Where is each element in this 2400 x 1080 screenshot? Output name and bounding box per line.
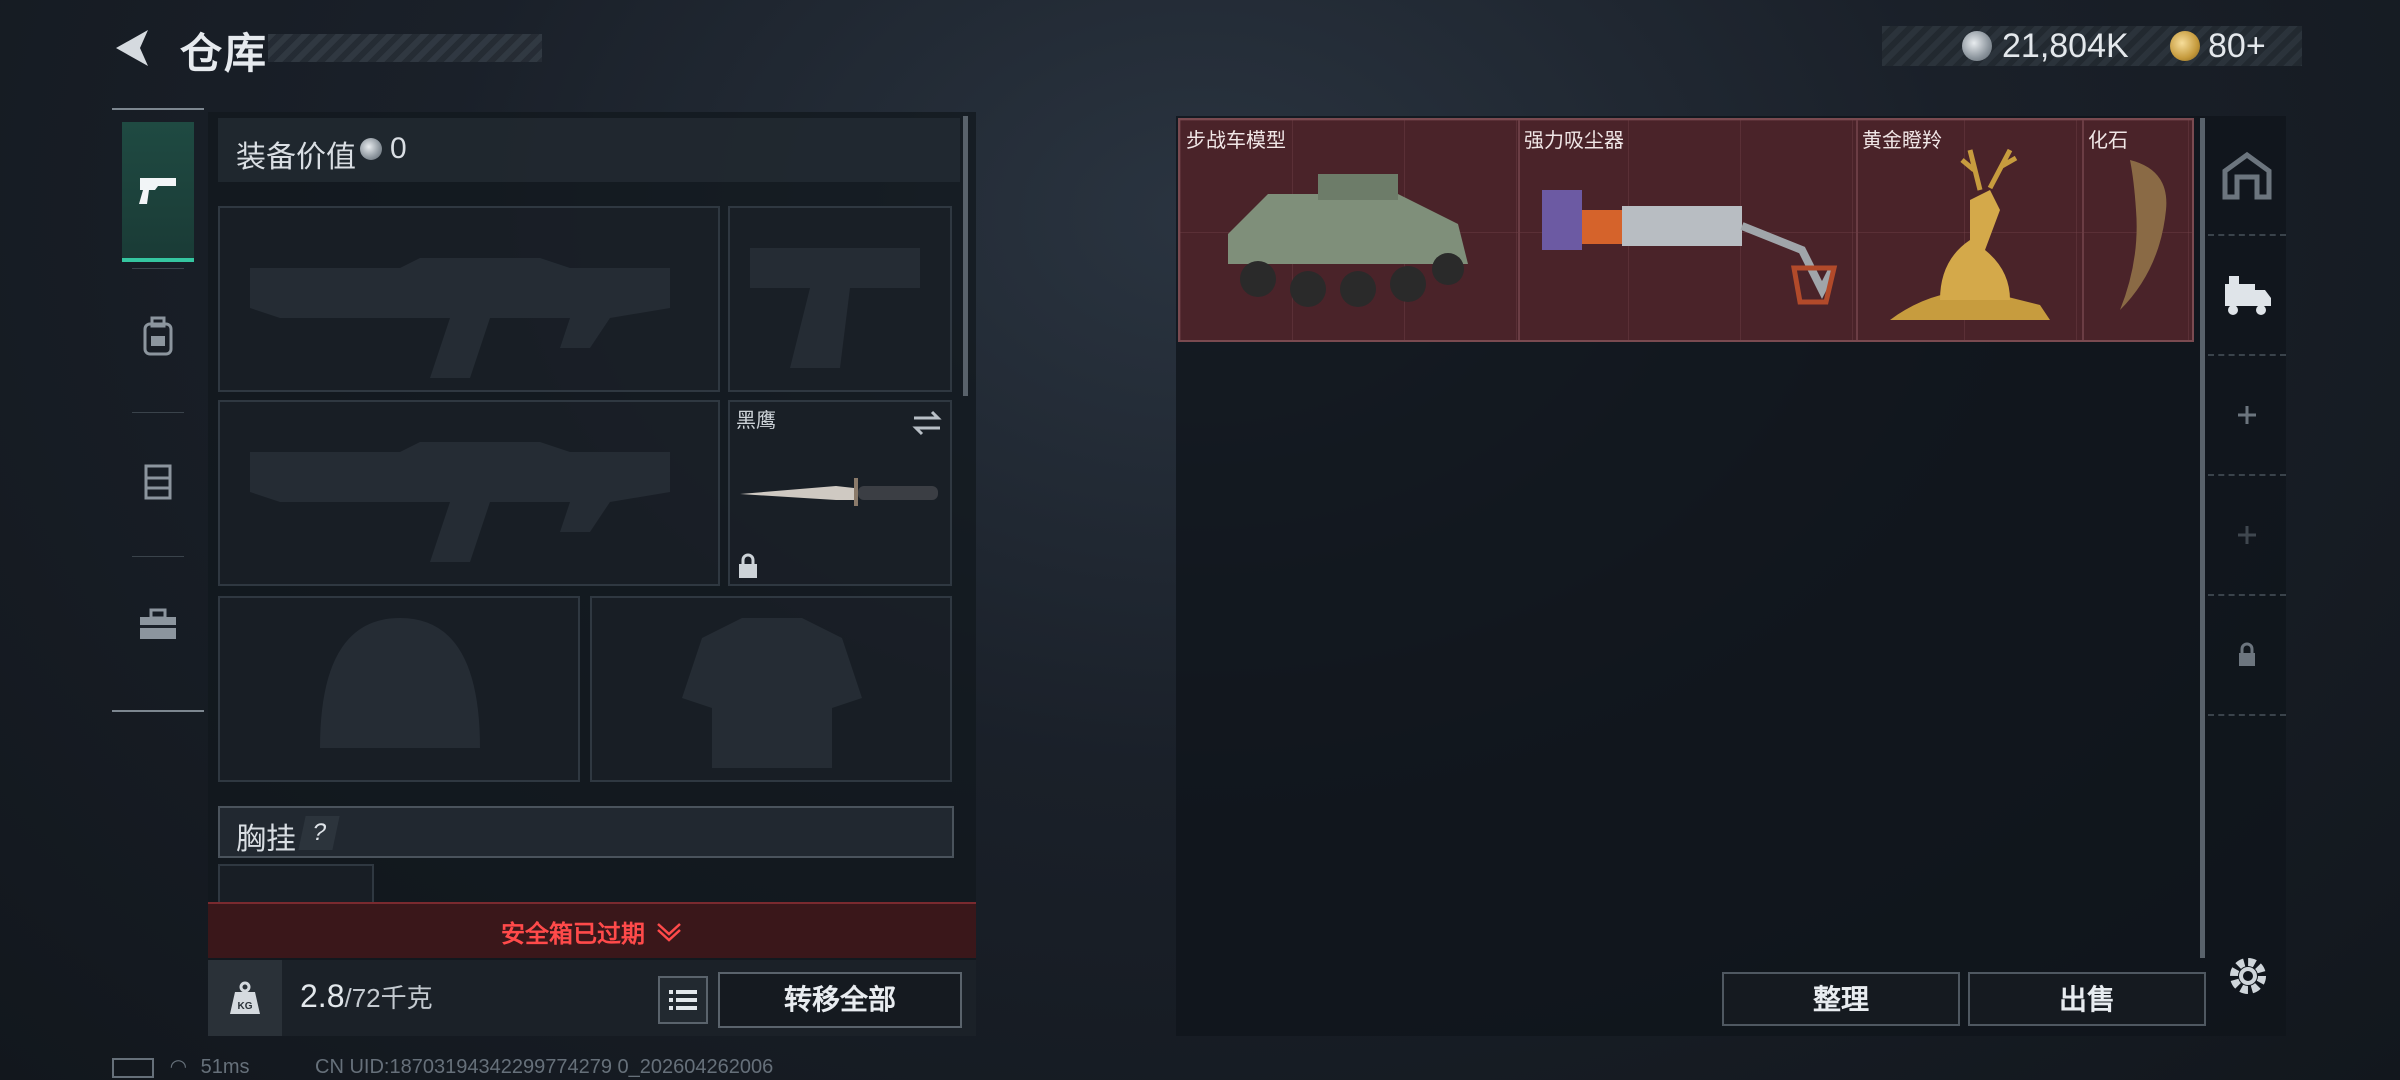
battery-icon <box>112 1057 154 1078</box>
pistol-slot[interactable] <box>728 206 952 392</box>
truck-icon <box>2225 276 2271 315</box>
safe-box-expired-text: 安全箱已过期 <box>501 920 645 948</box>
page-title: 仓库 <box>180 30 269 77</box>
equipment-value-bar: 装备价值 0 <box>218 118 960 182</box>
stash-item-grid: 步战车模型 强力吸尘器 黄金瞪羚 化石 <box>1178 118 2194 342</box>
loadout-bottom-bar: KG 2.8/72千克 转移全部 <box>208 960 976 1036</box>
user-uid: CN UID:18703194342299774279 0_2026042620… <box>315 1056 774 1078</box>
knife-icon <box>740 478 938 506</box>
rifle-placeholder-icon <box>250 258 670 378</box>
apc-model-icon <box>1228 174 1468 307</box>
tab-vehicle-storage[interactable] <box>2208 236 2286 356</box>
tab-add[interactable] <box>2208 476 2286 596</box>
item-name: 强力吸尘器 <box>1524 130 1624 152</box>
loadout-nav <box>112 108 204 712</box>
nav-weapons[interactable] <box>122 122 194 262</box>
secondary-weapon-slot[interactable] <box>218 400 720 586</box>
tab-stash[interactable] <box>2208 116 2286 236</box>
stash-item[interactable]: 强力吸尘器 <box>1518 120 1858 340</box>
lock-icon <box>739 553 757 578</box>
golden-gazelle-icon <box>1890 148 2050 320</box>
gold-amount[interactable]: 80+ <box>2208 26 2266 66</box>
stash-icon <box>2222 151 2272 200</box>
list-view-button[interactable] <box>658 976 708 1024</box>
primary-weapon-slot[interactable] <box>218 206 720 392</box>
add-icon <box>2238 526 2256 544</box>
nav-vest[interactable] <box>122 412 194 548</box>
nav-toolbox[interactable] <box>122 556 194 692</box>
wifi-icon: ◠ <box>169 1056 188 1078</box>
silver-coin-icon <box>360 138 382 160</box>
vest-icon <box>144 464 172 500</box>
ping: 51ms <box>200 1056 250 1078</box>
nav-backpack[interactable] <box>122 268 194 404</box>
stash-item[interactable]: 黄金瞪羚 <box>1856 120 2084 340</box>
equipment-value: 0 <box>390 132 407 165</box>
safe-box-expired-banner[interactable]: 安全箱已过期 <box>208 902 976 958</box>
toolbox-icon <box>140 608 176 639</box>
pistol-icon <box>139 178 176 204</box>
carry-weight-value: 2.8 <box>300 978 345 1014</box>
list-icon <box>669 990 697 1010</box>
gear-icon[interactable] <box>2222 950 2274 1002</box>
armor-placeholder-icon <box>682 618 862 768</box>
status-bar: ◠ 51ms CN UID:18703194342299774279 0_202… <box>112 1054 773 1079</box>
chest-rig-slot[interactable] <box>218 864 374 904</box>
swap-icon[interactable] <box>912 410 942 436</box>
chest-rig-label: 胸挂 <box>236 823 296 856</box>
stash-item[interactable]: 化石 <box>2082 120 2192 340</box>
chest-rig-header: 胸挂 ? <box>218 806 954 858</box>
silver-coin-icon <box>1962 31 1992 61</box>
lock-icon <box>2239 642 2255 666</box>
transfer-all-button[interactable]: 转移全部 <box>718 972 962 1028</box>
add-icon <box>2238 406 2256 424</box>
title-decoration <box>268 34 542 62</box>
melee-slot[interactable]: 黑鹰 <box>728 400 952 586</box>
vacuum-cleaner-icon <box>1542 190 1838 305</box>
stash-item[interactable]: 步战车模型 <box>1180 120 1520 340</box>
tab-locked[interactable] <box>2208 596 2286 716</box>
rifle-placeholder-icon <box>250 442 670 562</box>
back-icon[interactable] <box>110 26 154 70</box>
gold-coin-icon <box>2170 31 2200 61</box>
equipment-value-label: 装备价值 <box>236 141 356 174</box>
stash-scrollbar[interactable] <box>2200 118 2205 958</box>
silver-amount: 21,804K <box>2002 27 2129 65</box>
pistol-placeholder-icon <box>750 248 920 368</box>
armor-slot[interactable] <box>590 596 952 782</box>
svg-text:KG: KG <box>238 1001 253 1012</box>
carry-weight-max: /72千克 <box>344 983 433 1013</box>
loadout-scrollbar[interactable] <box>963 116 968 396</box>
stash-tabs <box>2208 116 2286 720</box>
tab-add[interactable] <box>2208 356 2286 476</box>
currency-bar: 21,804K 80+ <box>1882 26 2302 66</box>
melee-name: 黑鹰 <box>736 410 776 432</box>
item-name: 化石 <box>2088 130 2128 152</box>
help-button[interactable]: ? <box>298 816 340 850</box>
helmet-slot[interactable] <box>218 596 580 782</box>
fossil-claw-icon <box>2120 160 2167 310</box>
backpack-icon <box>143 316 173 356</box>
sell-button[interactable]: 出售 <box>1968 972 2206 1026</box>
carry-weight: 2.8/72千克 <box>300 978 433 1015</box>
sort-button[interactable]: 整理 <box>1722 972 1960 1026</box>
weight-icon: KG <box>208 960 282 1036</box>
chevron-down-icon <box>657 923 681 942</box>
helmet-placeholder-icon <box>320 618 480 748</box>
